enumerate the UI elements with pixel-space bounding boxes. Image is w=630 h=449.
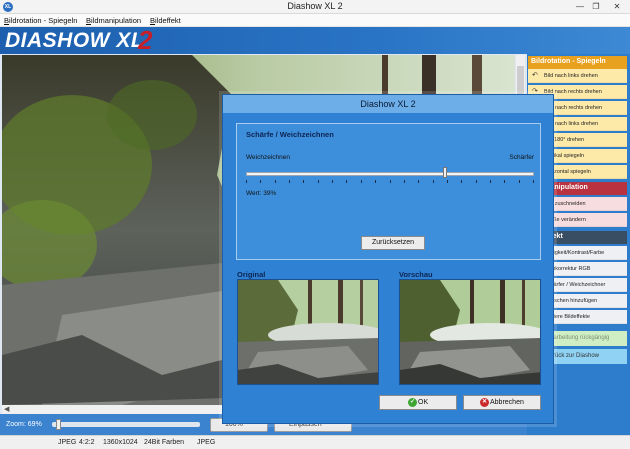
original-image	[238, 280, 378, 384]
cancel-label: Abbrechen	[490, 399, 524, 406]
ok-label: OK	[418, 399, 429, 406]
group-title: Schärfe / Weichzeichnen	[246, 130, 334, 139]
status-color-depth: 24Bit Farben	[144, 439, 185, 446]
app-logo: DIASHOW XL	[5, 29, 145, 52]
menu-label: ildmanipulation	[91, 16, 142, 25]
slider-tick	[518, 180, 520, 183]
slider-tick	[418, 180, 420, 183]
slider-tick	[346, 180, 348, 183]
zoom-slider-handle[interactable]	[56, 419, 61, 430]
status-subsampling: 4:2:2	[79, 439, 95, 446]
ok-button[interactable]: ✓ OK	[379, 395, 457, 410]
slider-ticks	[246, 180, 534, 184]
preview-thumbnail	[399, 279, 541, 385]
slider-tick	[446, 180, 448, 183]
status-format-2: JPEG	[197, 439, 216, 446]
slider-tick	[389, 180, 391, 183]
zoom-label: Zoom: 69%	[6, 421, 42, 428]
undo-label: Bearbeitung rückgängig	[546, 335, 610, 341]
slider-tick	[403, 180, 405, 183]
maximize-button[interactable]: ❐	[588, 0, 604, 13]
sharpness-slider-handle[interactable]	[442, 167, 447, 178]
status-format: JPEG	[58, 439, 77, 446]
rotate-left-icon: ↶	[532, 72, 538, 79]
slider-tick	[260, 180, 262, 183]
slider-tick	[475, 180, 477, 183]
sharpen-label: Schärfer	[509, 154, 534, 161]
slider-tick	[246, 180, 247, 183]
menu-bildmanipulation[interactable]: Bildmanipulation	[86, 16, 141, 25]
menu-label: ildeffekt	[155, 16, 181, 25]
slider-tick	[332, 180, 334, 183]
menu-bildrotation[interactable]: Bildrotation - Spiegeln	[4, 16, 77, 25]
minimize-button[interactable]: —	[572, 0, 588, 13]
slider-tick	[303, 180, 305, 183]
dialog-title[interactable]: Diashow XL 2	[223, 95, 553, 113]
value-label: Wert: 39%	[246, 190, 277, 197]
slider-tick	[317, 180, 319, 183]
menu-label: ildrotation - Spiegeln	[9, 16, 78, 25]
sharpness-slider[interactable]	[246, 172, 534, 176]
menu-bar: Bildrotation - Spiegeln Bildmanipulation…	[0, 14, 630, 27]
preview-label: Vorschau	[399, 270, 433, 279]
app-banner: DIASHOW XL 2	[0, 25, 630, 55]
preview-image	[400, 280, 540, 384]
original-thumbnail	[237, 279, 379, 385]
sharpen-group: Schärfe / Weichzeichnen Weichzeichnen Sc…	[236, 123, 541, 260]
zoom-slider[interactable]	[52, 419, 200, 430]
slider-tick	[533, 180, 534, 183]
soften-label: Weichzeichnen	[246, 154, 290, 161]
title-bar: XL Diashow XL 2 — ❐ ✕	[0, 0, 630, 14]
checkmark-icon: ✓	[408, 398, 417, 407]
slider-tick	[504, 180, 506, 183]
cancel-icon: ✕	[480, 398, 489, 407]
rotate-left-item[interactable]: ↶ Bild nach links drehen	[528, 69, 627, 83]
close-button[interactable]: ✕	[604, 0, 630, 13]
scroll-left-arrow-icon[interactable]: ◀	[4, 405, 9, 414]
slider-tick	[360, 180, 362, 183]
window-title: Diashow XL 2	[287, 1, 343, 11]
slider-tick	[461, 180, 463, 183]
slider-tick	[489, 180, 491, 183]
slider-tick	[432, 180, 434, 183]
cancel-button[interactable]: ✕ Abbrechen	[463, 395, 541, 410]
reset-button[interactable]: Zurücksetzen	[361, 236, 425, 250]
original-label: Original	[237, 270, 266, 279]
status-dimensions: 1360x1024	[103, 439, 138, 446]
status-bar: JPEG 4:2:2 1360x1024 24Bit Farben JPEG	[0, 435, 630, 449]
slider-tick	[289, 180, 291, 183]
slider-tick	[274, 180, 276, 183]
panel-item-label: Bild nach links drehen	[544, 73, 598, 79]
slider-tick	[375, 180, 377, 183]
menu-bildeffekt[interactable]: Bildeffekt	[150, 16, 181, 25]
rotation-section-head[interactable]: Bildrotation - Spiegeln	[528, 56, 627, 69]
sharpen-dialog: Diashow XL 2 Schärfe / Weichzeichnen Wei…	[222, 94, 554, 424]
app-logo-number: 2	[138, 25, 153, 55]
